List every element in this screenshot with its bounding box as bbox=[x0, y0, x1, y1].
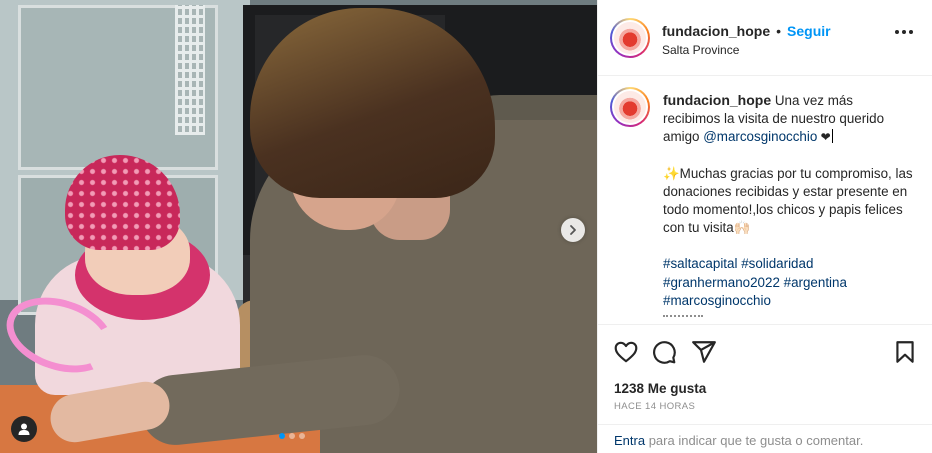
header-username[interactable]: fundacion_hope bbox=[662, 23, 770, 39]
hashtag-link[interactable]: #saltacapital bbox=[663, 256, 737, 271]
comment-prompt-text: para indicar que te gusta o comentar. bbox=[645, 433, 864, 448]
post-side-panel: fundacion_hope • Seguir Salta Province f… bbox=[597, 0, 932, 453]
caption-mention[interactable]: @marcosginocchio bbox=[703, 129, 817, 144]
user-tags-button[interactable] bbox=[11, 416, 37, 442]
heart-icon[interactable] bbox=[613, 339, 639, 365]
post-timestamp[interactable]: HACE 14 HORAS bbox=[614, 401, 695, 412]
header-user-row: fundacion_hope • Seguir bbox=[662, 23, 831, 39]
avatar[interactable] bbox=[610, 18, 650, 58]
hashtag-link[interactable]: #granhermano2022 bbox=[663, 275, 780, 290]
carousel-indicator bbox=[279, 433, 305, 439]
photo-window-grille bbox=[175, 5, 205, 135]
post-photo[interactable] bbox=[0, 0, 597, 453]
action-icons-row bbox=[613, 339, 918, 365]
caption-username[interactable]: fundacion_hope bbox=[663, 92, 771, 108]
bookmark-icon[interactable] bbox=[892, 339, 918, 365]
chevron-right-icon bbox=[570, 225, 576, 235]
follow-button[interactable]: Seguir bbox=[787, 23, 831, 39]
caption-paragraph-1: fundacion_hope Una vez más recibimos la … bbox=[663, 91, 913, 147]
post-actions: 1238 Me gusta HACE 14 HORAS bbox=[598, 324, 932, 424]
hashtag-link[interactable]: #marcosginocchio bbox=[663, 293, 771, 308]
hashtag-link[interactable]: #solidaridad bbox=[741, 256, 813, 271]
post-caption: fundacion_hope Una vez más recibimos la … bbox=[663, 91, 913, 324]
caption-paragraph-2: ✨Muchas gracias por tu compromiso, las d… bbox=[663, 165, 913, 236]
carousel-dot bbox=[299, 433, 305, 439]
comment-prompt: Entra para indicar que te gusta o coment… bbox=[598, 424, 932, 453]
header-separator: • bbox=[776, 23, 782, 39]
more-options-icon bbox=[895, 30, 899, 34]
hashtag-link[interactable]: #argentina bbox=[784, 275, 847, 290]
caption-scroll-area[interactable]: fundacion_hope Una vez más recibimos la … bbox=[598, 77, 932, 324]
user-tag-icon bbox=[18, 423, 30, 435]
avatar-image bbox=[614, 91, 646, 123]
carousel-dot-active bbox=[279, 433, 285, 439]
like-count[interactable]: 1238 Me gusta bbox=[614, 381, 706, 396]
text-cursor bbox=[831, 129, 833, 144]
caption-avatar[interactable] bbox=[610, 87, 650, 127]
comment-icon[interactable] bbox=[651, 339, 677, 365]
post-header: fundacion_hope • Seguir Salta Province bbox=[598, 0, 932, 76]
avatar-image bbox=[614, 22, 646, 54]
login-link[interactable]: Entra bbox=[614, 433, 645, 448]
caption-timestamp-cutoff bbox=[663, 315, 703, 321]
caption-hashtags: #saltacapital #solidaridad #granhermano2… bbox=[663, 255, 913, 310]
share-icon[interactable] bbox=[691, 339, 717, 365]
carousel-dot bbox=[289, 433, 295, 439]
post-location[interactable]: Salta Province bbox=[662, 43, 739, 57]
caption-heart: ❤ bbox=[817, 130, 831, 145]
more-options-button[interactable] bbox=[895, 30, 913, 34]
carousel-next-button[interactable] bbox=[561, 218, 585, 242]
comment-login-prompt: Entra para indicar que te gusta o coment… bbox=[614, 433, 863, 448]
